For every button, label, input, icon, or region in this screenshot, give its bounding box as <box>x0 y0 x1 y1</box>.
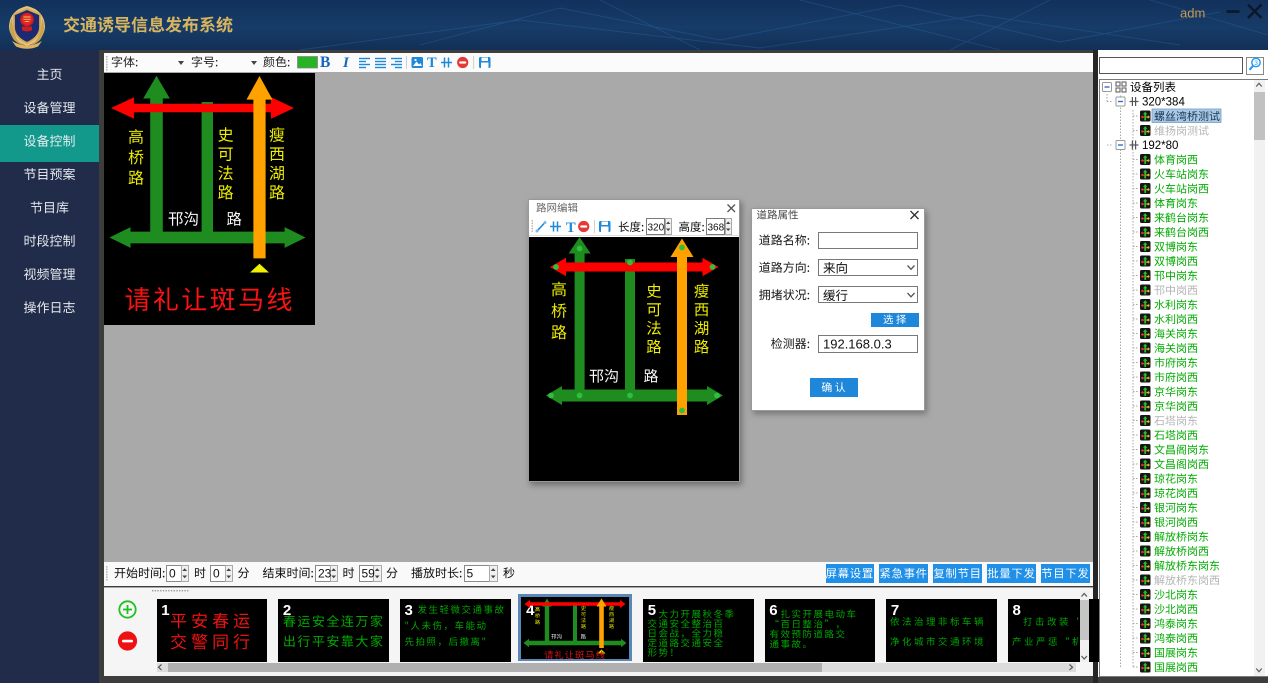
svg-text:adm: adm <box>1180 6 1205 21</box>
svg-text:23: 23 <box>318 566 332 580</box>
svg-text:T: T <box>427 55 437 71</box>
svg-text:320*384: 320*384 <box>1142 97 1185 109</box>
svg-text:B: B <box>320 54 330 71</box>
svg-text:I: I <box>342 55 350 71</box>
svg-text:59: 59 <box>362 566 376 580</box>
svg-text:5: 5 <box>467 566 474 580</box>
svg-text:T: T <box>566 220 576 236</box>
svg-text:1: 1 <box>161 602 169 619</box>
svg-text:192*80: 192*80 <box>1142 140 1178 152</box>
svg-text:0: 0 <box>213 566 220 580</box>
svg-text:6: 6 <box>769 602 777 619</box>
svg-text:320: 320 <box>648 223 665 234</box>
svg-text:8: 8 <box>1013 602 1021 619</box>
svg-text:5: 5 <box>648 602 656 619</box>
svg-text:368: 368 <box>708 223 725 234</box>
svg-text:192.168.0.3: 192.168.0.3 <box>823 337 892 352</box>
svg-text:7: 7 <box>891 602 899 619</box>
svg-text:0: 0 <box>169 566 176 580</box>
svg-text:3: 3 <box>405 602 413 619</box>
svg-text:3: 3 <box>1254 60 1258 67</box>
